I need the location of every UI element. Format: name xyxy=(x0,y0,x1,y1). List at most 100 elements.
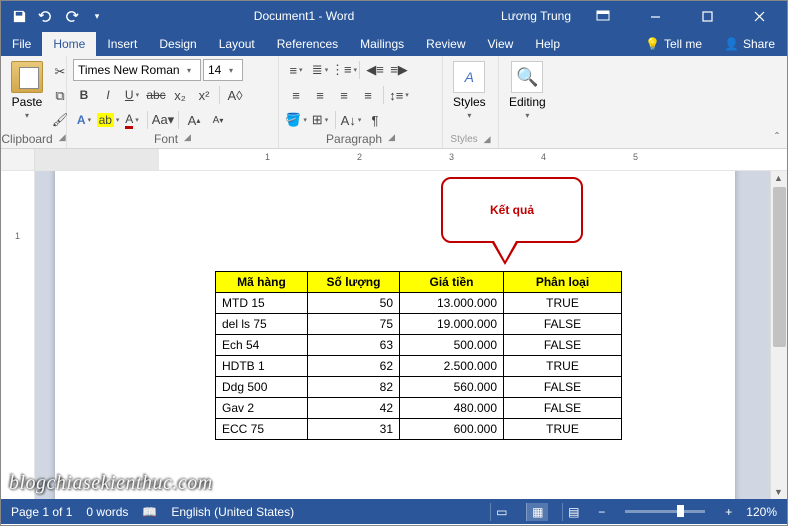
watermark: blogchiasekienthuc.com xyxy=(9,472,213,495)
minimize-button[interactable] xyxy=(635,1,675,31)
numbering-button[interactable]: ≣ xyxy=(309,59,331,81)
bold-button[interactable]: B xyxy=(73,84,95,106)
undo-icon[interactable] xyxy=(37,8,53,24)
redo-icon[interactable] xyxy=(63,8,79,24)
align-right-button[interactable]: ≡ xyxy=(333,84,355,106)
zoom-level[interactable]: 120% xyxy=(746,505,777,519)
justify-button[interactable]: ≡ xyxy=(357,84,379,106)
styles-launcher-icon[interactable]: ◢ xyxy=(484,134,491,145)
scrollbar-thumb[interactable] xyxy=(773,187,786,347)
shrink-font-button[interactable]: A▾ xyxy=(207,109,229,131)
tab-references[interactable]: References xyxy=(266,32,349,56)
strikethrough-button[interactable]: abc xyxy=(145,84,167,106)
table-row: Ddg 50082560.000FALSE xyxy=(216,377,622,398)
increase-indent-button[interactable]: ≡▶ xyxy=(388,59,410,81)
group-paragraph: ≡ ≣ ⋮≡ ◀≡ ≡▶ ≡ ≡ ≡ ≡ ↕≡ 🪣 ⊞ A↓ ¶ xyxy=(279,56,443,148)
table-row: MTD 155013.000.000TRUE xyxy=(216,293,622,314)
table-row: del ls 757519.000.000FALSE xyxy=(216,314,622,335)
shading-button[interactable]: 🪣 xyxy=(285,109,307,131)
group-font: Times New Roman▾ 14▾ B I U abc x₂ x² A◊ … xyxy=(67,56,279,148)
group-editing: 🔍 Editing ▾ xyxy=(499,56,561,148)
tab-home[interactable]: Home xyxy=(42,32,96,56)
clear-format-button[interactable]: A◊ xyxy=(224,84,246,106)
close-button[interactable] xyxy=(739,1,779,31)
zoom-slider-thumb[interactable] xyxy=(677,505,684,517)
subscript-button[interactable]: x₂ xyxy=(169,84,191,106)
tab-help[interactable]: Help xyxy=(524,32,571,56)
underline-button[interactable]: U xyxy=(121,84,143,106)
show-marks-button[interactable]: ¶ xyxy=(364,109,386,131)
styles-icon: A xyxy=(453,61,485,93)
group-clipboard: Paste ▾ ✂ ⧉ 🖌 Clipboard◢ xyxy=(1,56,67,148)
borders-button[interactable]: ⊞ xyxy=(309,109,331,131)
read-mode-icon[interactable]: ▭ xyxy=(490,503,512,521)
status-bar: Page 1 of 1 0 words 📖 English (United St… xyxy=(1,499,787,524)
multilevel-button[interactable]: ⋮≡ xyxy=(333,59,355,81)
ribbon-display-icon[interactable] xyxy=(583,1,623,31)
zoom-out-button[interactable]: − xyxy=(598,505,605,519)
table-row: Ech 5463500.000FALSE xyxy=(216,335,622,356)
spell-check-icon[interactable]: 📖 xyxy=(142,505,157,519)
text-effects-button[interactable]: A xyxy=(73,109,95,131)
data-table: Mã hàng Số lượng Giá tiền Phân loại MTD … xyxy=(215,271,622,440)
quick-access-toolbar: ▾ xyxy=(1,8,115,24)
share-button[interactable]: 👤Share xyxy=(712,32,787,56)
print-layout-icon[interactable]: ▦ xyxy=(526,503,548,521)
tab-insert[interactable]: Insert xyxy=(96,32,148,56)
language-indicator[interactable]: English (United States) xyxy=(171,505,294,519)
word-count[interactable]: 0 words xyxy=(86,505,128,519)
callout-annotation: Kết quả xyxy=(441,177,583,243)
font-launcher-icon[interactable]: ◢ xyxy=(184,132,191,146)
font-size-combo[interactable]: 14▾ xyxy=(203,59,243,81)
superscript-button[interactable]: x² xyxy=(193,84,215,106)
title-bar: ▾ Document1 - Word Lương Trung xyxy=(1,1,787,31)
change-case-button[interactable]: Aa▾ xyxy=(152,109,174,131)
tell-me[interactable]: 💡Tell me xyxy=(635,32,712,56)
align-center-button[interactable]: ≡ xyxy=(309,84,331,106)
table-header-row: Mã hàng Số lượng Giá tiền Phân loại xyxy=(216,272,622,293)
maximize-button[interactable] xyxy=(687,1,727,31)
page-indicator[interactable]: Page 1 of 1 xyxy=(11,505,72,519)
paste-icon xyxy=(11,61,43,93)
share-icon: 👤 xyxy=(724,37,739,51)
tab-review[interactable]: Review xyxy=(415,32,476,56)
tab-layout[interactable]: Layout xyxy=(208,32,266,56)
decrease-indent-button[interactable]: ◀≡ xyxy=(364,59,386,81)
document-title: Document1 - Word xyxy=(115,9,493,23)
italic-button[interactable]: I xyxy=(97,84,119,106)
styles-button[interactable]: A Styles ▾ xyxy=(449,59,490,122)
document-area[interactable]: 1 Mã hàng Số lượng Giá tiền Phân loại MT… xyxy=(1,171,787,499)
grow-font-button[interactable]: A▴ xyxy=(183,109,205,131)
save-icon[interactable] xyxy=(11,8,27,24)
zoom-in-button[interactable]: + xyxy=(725,505,732,519)
clipboard-launcher-icon[interactable]: ◢ xyxy=(59,132,66,146)
line-spacing-button[interactable]: ↕≡ xyxy=(388,84,410,106)
paste-button[interactable]: Paste ▾ xyxy=(7,59,47,122)
tab-file[interactable]: File xyxy=(1,32,42,56)
page: Mã hàng Số lượng Giá tiền Phân loại MTD … xyxy=(55,171,735,499)
highlight-button[interactable]: ab xyxy=(97,109,119,131)
qat-customize-icon[interactable]: ▾ xyxy=(89,8,105,24)
ribbon: Paste ▾ ✂ ⧉ 🖌 Clipboard◢ Times New Roman… xyxy=(1,56,787,149)
table-row: HDTB 1622.500.000TRUE xyxy=(216,356,622,377)
bullets-button[interactable]: ≡ xyxy=(285,59,307,81)
vertical-ruler[interactable]: 1 xyxy=(1,171,35,499)
tab-mailings[interactable]: Mailings xyxy=(349,32,415,56)
collapse-ribbon-icon[interactable]: ˆ xyxy=(767,56,787,148)
tab-view[interactable]: View xyxy=(477,32,525,56)
font-name-combo[interactable]: Times New Roman▾ xyxy=(73,59,201,81)
sort-button[interactable]: A↓ xyxy=(340,109,362,131)
align-left-button[interactable]: ≡ xyxy=(285,84,307,106)
username-label: Lương Trung xyxy=(501,9,571,23)
font-color-button[interactable]: A xyxy=(121,109,143,131)
tab-design[interactable]: Design xyxy=(148,32,207,56)
editing-button[interactable]: 🔍 Editing ▾ xyxy=(505,59,550,122)
ribbon-tabs: File Home Insert Design Layout Reference… xyxy=(1,31,787,56)
paragraph-launcher-icon[interactable]: ◢ xyxy=(388,132,395,146)
horizontal-ruler[interactable]: 1 1 2 3 4 5 xyxy=(1,149,787,171)
zoom-slider[interactable] xyxy=(625,510,705,513)
bulb-icon: 💡 xyxy=(645,37,660,51)
vertical-scrollbar[interactable]: ▲ ▼ xyxy=(770,171,787,499)
web-layout-icon[interactable]: ▤ xyxy=(562,503,584,521)
title-bar-right: Lương Trung xyxy=(493,1,787,31)
